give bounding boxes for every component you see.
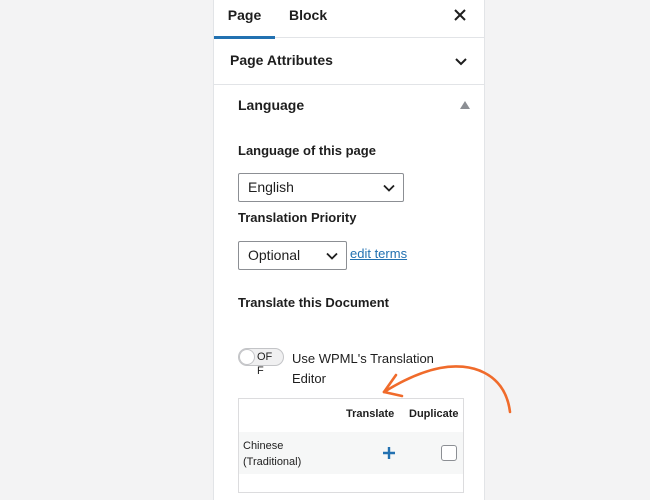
- language-panel-title: Language: [238, 97, 305, 113]
- toggle-state: OFF: [257, 351, 273, 377]
- settings-sidebar: Page Block Page Attributes Language Lang…: [213, 0, 485, 500]
- chevron-down-icon: [326, 252, 338, 260]
- translate-document-label: Translate this Document: [238, 295, 389, 310]
- translation-priority-value: Optional: [248, 247, 301, 263]
- tab-block[interactable]: Block: [289, 0, 329, 38]
- chevron-down-icon: [383, 184, 395, 192]
- chevron-down-icon: [455, 58, 467, 66]
- sidebar-tabs: Page Block: [214, 0, 484, 39]
- table-row-language: Chinese (Traditional): [243, 440, 302, 468]
- language-panel-toggle[interactable]: Language: [214, 96, 484, 118]
- triangle-up-icon: [460, 101, 470, 109]
- toggle-state-text: OFF: [257, 350, 287, 378]
- language-of-page-label: Language of this page: [238, 143, 376, 158]
- translations-table: Translate Duplicate Chinese (Traditional…: [238, 398, 464, 493]
- edit-terms-link[interactable]: edit terms: [350, 246, 407, 261]
- tab-page[interactable]: Page: [214, 0, 275, 39]
- language-select[interactable]: English: [238, 173, 404, 202]
- duplicate-checkbox[interactable]: [441, 445, 457, 461]
- translation-editor-label: Use WPML's Translation Editor: [292, 351, 434, 386]
- close-sidebar-button[interactable]: [450, 5, 470, 25]
- toggle-knob: [240, 350, 254, 364]
- close-icon: [454, 9, 466, 21]
- translation-priority-select[interactable]: Optional: [238, 241, 347, 270]
- translate-column-header: Translate: [346, 408, 395, 420]
- translation-priority-label: Translation Priority: [238, 210, 357, 225]
- plus-icon[interactable]: [382, 446, 396, 460]
- page-attributes-panel-toggle[interactable]: Page Attributes: [214, 39, 484, 85]
- page-attributes-title: Page Attributes: [230, 52, 333, 68]
- duplicate-column-header: Duplicate: [409, 408, 459, 420]
- language-select-value: English: [248, 179, 294, 195]
